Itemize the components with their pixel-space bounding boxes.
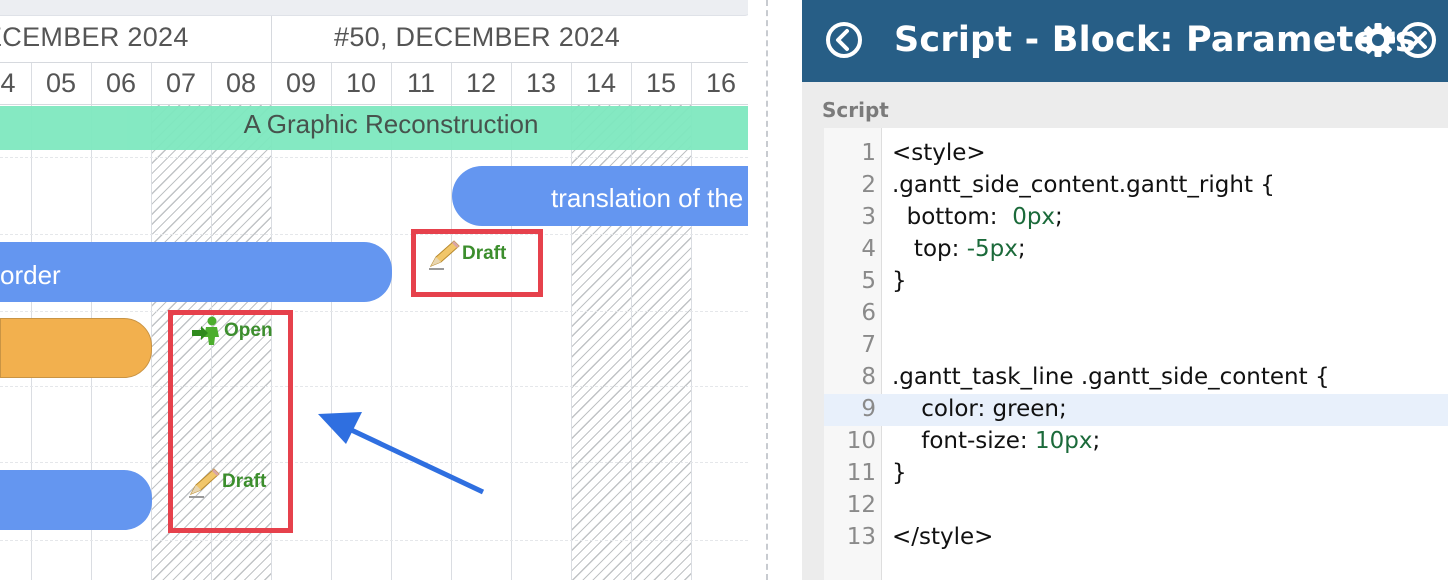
- code-text: bottom: 0px;: [892, 204, 1063, 230]
- line-number: 10: [846, 428, 876, 454]
- code-number-token: -5px: [966, 236, 1018, 262]
- side-content-open: Open: [190, 316, 273, 346]
- task-bar[interactable]: [0, 318, 152, 378]
- side-label: Draft: [222, 471, 267, 493]
- code-text: .gantt_task_line .gantt_side_content {: [892, 364, 1330, 390]
- code-line[interactable]: 6: [824, 298, 1448, 330]
- code-text: </style>: [892, 524, 994, 550]
- header-divider: [0, 62, 748, 63]
- script-panel: Script - Block: Parameters Script 1 <styl…: [802, 0, 1448, 580]
- task-bar[interactable]: translation of the: [452, 166, 748, 226]
- day-cell: 07: [165, 68, 197, 98]
- day-cell: 05: [45, 68, 77, 98]
- code-editor[interactable]: 1 <style> 2 .gantt_side_content.gantt_right…: [824, 128, 1448, 580]
- annotation-arrow: [318, 412, 485, 495]
- code-text: font-size: 10px;: [892, 428, 1100, 454]
- row-divider: [0, 234, 748, 235]
- task-bar[interactable]: [0, 470, 152, 530]
- code-line[interactable]: 12: [824, 490, 1448, 522]
- week-header: #50, DECEMBER 2024: [334, 22, 621, 52]
- side-content-draft: Draft: [188, 466, 266, 498]
- side-label: Draft: [462, 243, 507, 265]
- day-cell: 09: [285, 68, 317, 98]
- task-label: order: [0, 260, 61, 290]
- row-divider: [0, 157, 748, 158]
- day-cell: 13: [525, 68, 557, 98]
- day-cell: 11: [406, 68, 436, 98]
- code-line[interactable]: 1 <style>: [824, 138, 1448, 170]
- line-number: 8: [861, 364, 876, 390]
- person-arrow-icon: [190, 316, 224, 345]
- code-line[interactable]: 9 color: green;: [824, 394, 1448, 426]
- pencil-icon: [428, 240, 462, 270]
- gantt-top-scrollbar[interactable]: [0, 0, 748, 16]
- code-line[interactable]: 4 top: -5px;: [824, 234, 1448, 266]
- code-token: top:: [892, 236, 967, 262]
- code-token: bottom:: [892, 204, 1013, 230]
- line-number: 6: [861, 300, 876, 326]
- side-content-draft: Draft: [428, 238, 506, 270]
- code-number-token: 10px: [1034, 428, 1093, 454]
- code-token: ;: [1055, 204, 1063, 230]
- line-number: 13: [846, 524, 876, 550]
- line-number: 11: [846, 460, 876, 486]
- line-number: 4: [861, 236, 876, 262]
- line-number: 3: [861, 204, 876, 230]
- code-text: }: [892, 460, 907, 486]
- project-bar[interactable]: A Graphic Reconstruction: [0, 106, 748, 150]
- code-line[interactable]: 11}: [824, 458, 1448, 490]
- line-number: 7: [861, 332, 876, 358]
- day-cell: 12: [465, 68, 497, 98]
- code-number-token: 0px: [1012, 204, 1056, 230]
- day-cell: 14: [585, 68, 617, 98]
- day-cell: 15: [645, 68, 677, 98]
- task-bar[interactable]: order: [0, 242, 392, 302]
- splitter[interactable]: [766, 0, 768, 580]
- code-token: ;: [1092, 428, 1101, 454]
- code-text: .gantt_side_content.gantt_right {: [892, 172, 1275, 198]
- day-cell: 06: [105, 68, 137, 98]
- code-line[interactable]: 5}: [824, 266, 1448, 298]
- panel-title: Script - Block: Parameters: [894, 20, 1416, 60]
- gear-icon[interactable]: [1358, 20, 1398, 60]
- section-label: Script: [822, 98, 889, 122]
- line-number: 1: [861, 140, 876, 166]
- week-divider: [271, 16, 272, 62]
- line-number: 12: [846, 492, 876, 518]
- day-cell: 16: [705, 68, 737, 98]
- code-line[interactable]: 2 .gantt_side_content.gantt_right {: [824, 170, 1448, 202]
- line-number: 5: [861, 268, 876, 294]
- week-header: ECEMBER 2024: [0, 22, 189, 52]
- code-line[interactable]: 3 bottom: 0px;: [824, 202, 1448, 234]
- code-line[interactable]: 10 font-size: 10px;: [824, 426, 1448, 458]
- gantt-chart: ECEMBER 2024 #50, DECEMBER 2024 4 05 06 …: [0, 0, 748, 580]
- task-label: translation of the: [551, 183, 744, 213]
- code-text: <style>: [892, 140, 986, 166]
- panel-header: Script - Block: Parameters: [802, 0, 1448, 82]
- code-line[interactable]: 8 .gantt_task_line .gantt_side_content {: [824, 362, 1448, 394]
- code-line[interactable]: 13 </style>: [824, 522, 1448, 554]
- pencil-icon: [188, 468, 222, 498]
- project-bar-label: A Graphic Reconstruction: [243, 109, 539, 139]
- back-circle-icon[interactable]: [824, 20, 864, 60]
- line-number: 9: [861, 396, 876, 422]
- row-divider: [0, 386, 748, 387]
- close-circle-icon[interactable]: [1398, 20, 1438, 60]
- day-cell: 08: [225, 68, 257, 98]
- side-label: Open: [224, 320, 273, 342]
- row-divider: [0, 311, 748, 312]
- code-text: color: green;: [892, 396, 1067, 422]
- code-text: }: [892, 268, 907, 294]
- code-text: top: -5px;: [892, 236, 1026, 262]
- code-token: ;: [1017, 236, 1026, 262]
- code-token: font-size:: [892, 428, 1035, 454]
- code-line[interactable]: 7: [824, 330, 1448, 362]
- line-number: 2: [861, 172, 876, 198]
- day-cell: 10: [345, 68, 377, 98]
- row-divider: [0, 540, 748, 541]
- header-divider: [0, 104, 748, 105]
